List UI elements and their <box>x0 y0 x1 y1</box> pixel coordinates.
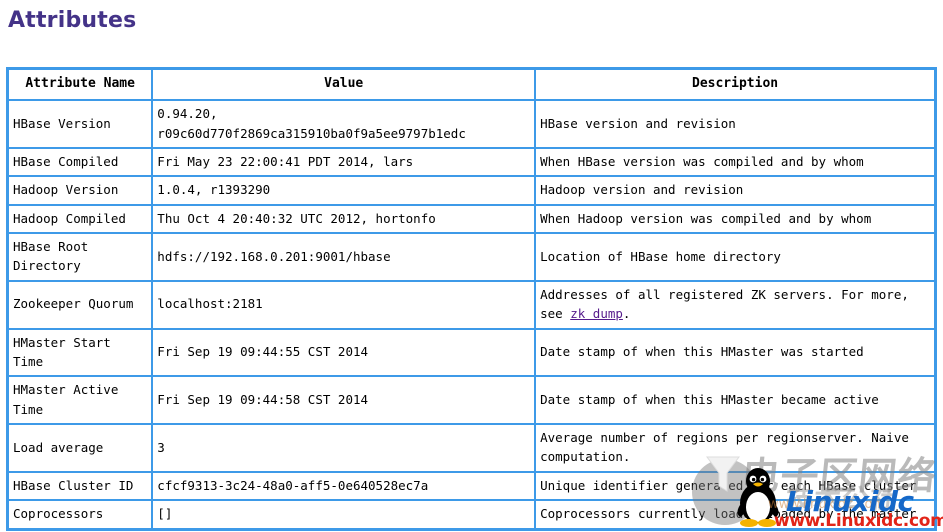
attribute-description: Location of HBase home directory <box>535 233 935 281</box>
attribute-value-line-1: 0.94.20, <box>157 106 218 122</box>
attribute-value-line-2: r09c60d770f2869ca315910ba0f9a5ee9797b1ed… <box>157 125 466 141</box>
table-row: Hadoop Compiled Thu Oct 4 20:40:32 UTC 2… <box>8 204 935 234</box>
table-row: HBase Cluster ID cfcf9313-3c24-48a0-aff5… <box>8 471 935 501</box>
attribute-value: 3 <box>152 424 536 472</box>
attribute-description: Date stamp of when this HMaster was star… <box>535 328 935 377</box>
attribute-description: Coprocessors currently loaded loaded by … <box>535 500 935 529</box>
attribute-description: Addresses of all registered ZK servers. … <box>535 280 935 329</box>
attribute-value: 0.94.20, r09c60d770f2869ca315910ba0f9a5e… <box>152 100 536 148</box>
description-text-after-link: . <box>622 306 631 322</box>
attribute-value: [] <box>152 500 536 529</box>
attribute-value: cfcf9313-3c24-48a0-aff5-0e640528ec7a <box>152 471 536 501</box>
attribute-name: HBase Compiled <box>8 147 153 177</box>
attribute-name: Load average <box>8 424 153 472</box>
attribute-value: Thu Oct 4 20:40:32 UTC 2012, hortonfo <box>152 204 536 234</box>
table-row: Zookeeper Quorum localhost:2181 Addresse… <box>8 280 935 329</box>
attribute-value: localhost:2181 <box>152 280 536 329</box>
table-row: Coprocessors [] Coprocessors currently l… <box>8 500 935 529</box>
zk-dump-link[interactable]: zk dump <box>570 306 623 321</box>
table-row: Load average 3 Average number of regions… <box>8 424 935 472</box>
attribute-name: Hadoop Version <box>8 176 153 205</box>
attribute-name: Zookeeper Quorum <box>8 280 153 329</box>
column-header-attribute-name: Attribute Name <box>8 69 153 101</box>
column-header-description: Description <box>535 69 935 101</box>
table-row: HBase Compiled Fri May 23 22:00:41 PDT 2… <box>8 147 935 177</box>
attribute-name: HBase Root Directory <box>8 233 153 281</box>
table-row: HMaster Start Time Fri Sep 19 09:44:55 C… <box>8 328 935 377</box>
attribute-name: HBase Version <box>8 100 153 148</box>
attribute-value: Fri May 23 22:00:41 PDT 2014, lars <box>152 147 536 177</box>
table-header-row: Attribute Name Value Description <box>8 69 935 101</box>
attribute-description: HBase version and revision <box>535 100 935 148</box>
page-title: Attributes <box>8 8 137 33</box>
attribute-value: Fri Sep 19 09:44:55 CST 2014 <box>152 328 536 377</box>
attribute-description: When HBase version was compiled and by w… <box>535 147 935 177</box>
attribute-name: Coprocessors <box>8 500 153 529</box>
attributes-table: Attribute Name Value Description HBase V… <box>6 67 937 531</box>
attribute-description: Unique identifier generated for each HBa… <box>535 471 935 501</box>
column-header-value: Value <box>152 69 536 101</box>
attribute-description: When Hadoop version was compiled and by … <box>535 204 935 234</box>
attribute-name: HMaster Start Time <box>8 328 153 377</box>
attributes-table-container: Attribute Name Value Description HBase V… <box>6 67 937 531</box>
attribute-name: HBase Cluster ID <box>8 471 153 501</box>
attribute-name: HMaster Active Time <box>8 376 153 425</box>
table-row: HBase Version 0.94.20, r09c60d770f2869ca… <box>8 100 935 148</box>
attribute-value: Fri Sep 19 09:44:58 CST 2014 <box>152 376 536 425</box>
attribute-description: Average number of regions per regionserv… <box>535 424 935 472</box>
table-row: Hadoop Version 1.0.4, r1393290 Hadoop ve… <box>8 176 935 205</box>
attribute-description: Hadoop version and revision <box>535 176 935 205</box>
table-row: HMaster Active Time Fri Sep 19 09:44:58 … <box>8 376 935 425</box>
attribute-description: Date stamp of when this HMaster became a… <box>535 376 935 425</box>
attribute-value: hdfs://192.168.0.201:9001/hbase <box>152 233 536 281</box>
table-row: HBase Root Directory hdfs://192.168.0.20… <box>8 233 935 281</box>
attribute-value: 1.0.4, r1393290 <box>152 176 536 205</box>
attribute-name: Hadoop Compiled <box>8 204 153 234</box>
